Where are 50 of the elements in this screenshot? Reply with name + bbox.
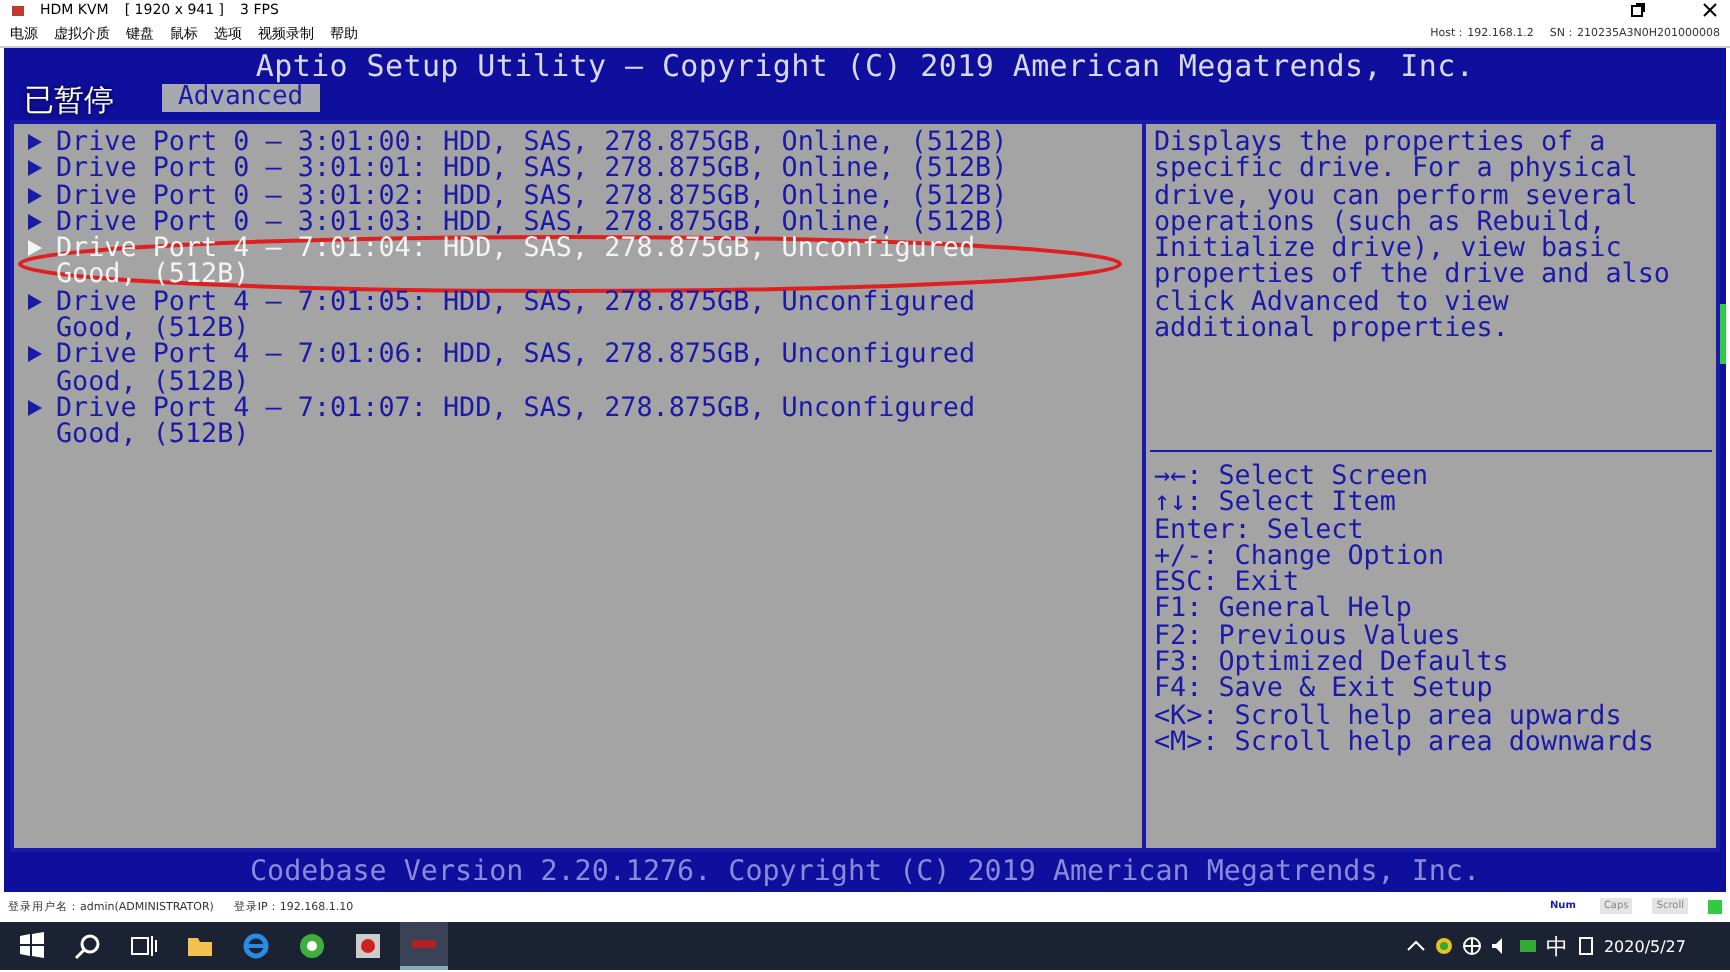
triangle-icon (26, 397, 44, 418)
key-hint: F3: Optimized Defaults (1154, 650, 1511, 677)
notes-icon[interactable] (1575, 936, 1596, 956)
restore-icon[interactable] (1630, 2, 1646, 18)
triangle-icon (26, 158, 44, 179)
key-hint: F1: General Help (1154, 596, 1412, 624)
key-hint: ESC: Exit (1154, 570, 1300, 597)
drive-item[interactable]: Drive Port 0 – 3:01:00: HDD, SAS, 278.875GB, Online, (512B) (26, 130, 1146, 157)
triangle-icon (26, 344, 44, 365)
triangle-icon (26, 291, 44, 312)
triangle-icon (26, 185, 44, 206)
tab[interactable]: Advanced (162, 84, 320, 112)
chevron-up-icon[interactable] (1405, 936, 1426, 956)
key-hint: ↑↓: Select Item (1154, 490, 1398, 518)
ime-indicator[interactable]: 中 (1545, 931, 1568, 961)
triangle-icon (26, 238, 44, 259)
key-hint: →←: Select Screen (1154, 464, 1431, 491)
task-view-icon[interactable] (130, 932, 158, 960)
paused-label: 已暂停 (24, 82, 114, 120)
drive-item[interactable]: Drive Port 0 – 3:01:02: HDD, SAS, 278.875GB, Online, (512B) (26, 183, 1146, 210)
drive-item[interactable]: Drive Port 0 – 3:01:01: HDD, SAS, 278.875GB, Online, (512B) (26, 156, 1146, 184)
close-icon[interactable] (1702, 2, 1718, 18)
status-icon (1708, 899, 1722, 913)
key-hint: <K>: Scroll help area upwards (1154, 703, 1622, 730)
key-hint: F2: Previous Values (1154, 623, 1461, 651)
triangle-icon (26, 132, 44, 152)
app-logo-icon (12, 5, 24, 15)
triangle-icon (26, 211, 44, 232)
drive-item[interactable]: Drive Port 4 – 7:01:06: HDD, SAS, 278.875GB, Unconfigured Good, (512B) (26, 342, 1146, 396)
scrollbar-thumb[interactable] (1720, 304, 1726, 364)
network-icon[interactable] (1461, 936, 1482, 956)
browser-e-icon[interactable] (242, 932, 270, 960)
tray-app-icon[interactable] (1433, 936, 1454, 956)
circle-app-icon[interactable] (298, 932, 326, 960)
key-hint: F4: Save & Exit Setup (1154, 676, 1495, 704)
key-hint: +/-: Change Option (1154, 543, 1447, 571)
bios-title: Aptio Setup Utility – Copyright (C) 2019 American Megatrends, Inc. (255, 48, 1475, 84)
search-icon[interactable] (74, 932, 102, 960)
drive-item[interactable]: Drive Port 4 – 7:01:07: HDD, SAS, 278.875GB, Unconfigured Good, (512B) (26, 395, 1146, 450)
help-text: Displays the properties of a specific drive. For a physical drive, you can perform several operations (such as Rebuild, Initialize drive), view basic properties of the drive and also click Advanced to view additional properties. (1154, 130, 1672, 349)
key-hint: <M>: Scroll help area downwards (1154, 729, 1656, 757)
tray-square-icon[interactable] (1517, 936, 1538, 956)
windows-start-icon[interactable] (18, 932, 46, 960)
taskbar-date[interactable]: 2020/5/27 (1603, 937, 1686, 955)
folder-icon[interactable] (186, 932, 214, 960)
drive-item[interactable]: Drive Port 4 – 7:01:05: HDD, SAS, 278.875GB, Unconfigured Good, (512B) (26, 289, 1146, 343)
drive-item[interactable]: Drive Port 0 – 3:01:03: HDD, SAS, 278.875GB, Online, (512B) (26, 209, 1146, 237)
bios-footer: Codebase Version 2.20.1276. Copyright (C) 2019 American Megatrends, Inc. (250, 856, 1480, 888)
record-app-icon[interactable] (354, 932, 382, 960)
key-hint: Enter: Select (1154, 517, 1364, 544)
